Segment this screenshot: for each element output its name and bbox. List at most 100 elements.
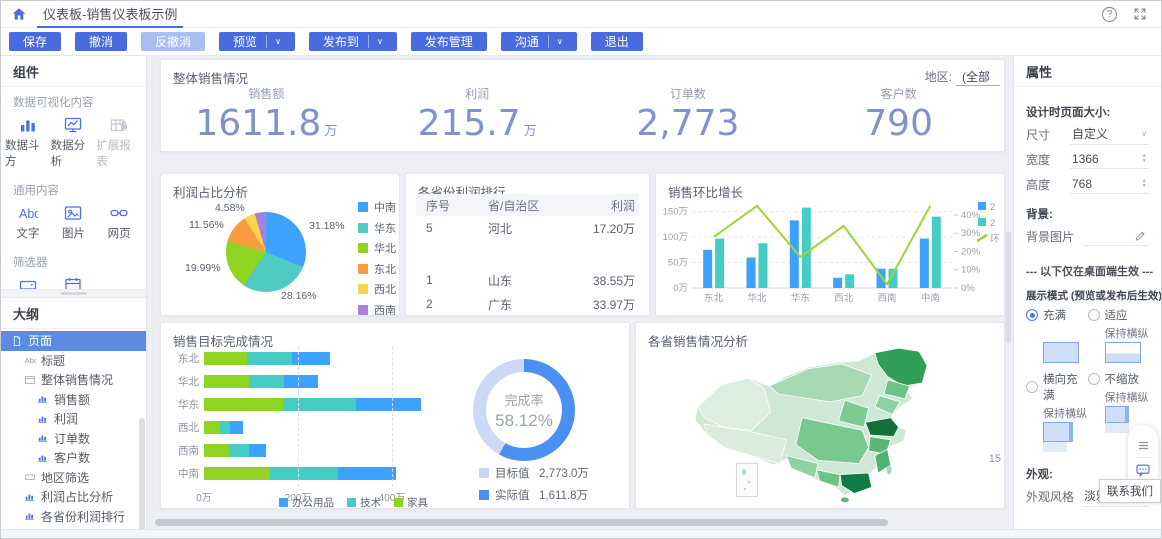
toolbar-button[interactable]: 反撤消: [141, 32, 206, 51]
height-input[interactable]: 768 ▲ ▼: [1070, 175, 1149, 194]
kpi-card[interactable]: 销售额 1611.8 万: [161, 84, 372, 145]
home-icon[interactable]: [11, 6, 27, 22]
display-mode-option[interactable]: 横向充满保持横纵比: [1026, 371, 1088, 452]
size-select[interactable]: 自定义 ∨: [1070, 124, 1149, 145]
radio-button[interactable]: [1087, 373, 1100, 385]
legend-item[interactable]: 中南: [358, 199, 396, 215]
outline-item[interactable]: 页面: [1, 331, 146, 351]
kpi-card[interactable]: 订单数 2,773: [583, 84, 794, 145]
component-item[interactable]: 数据分析: [51, 115, 97, 169]
legend-item[interactable]: 东北: [358, 261, 396, 277]
stacked-bar[interactable]: [204, 375, 318, 388]
width-input[interactable]: 1366 ▲ ▼: [1070, 150, 1149, 169]
sales-target-panel[interactable]: 销售目标完成情况 东北 华北 华东 西北 西南 中南 0万 200万 400万 办公用品 技术 家具…: [160, 322, 630, 509]
table-row[interactable]: 5 河北 17.20万: [416, 216, 639, 240]
stacked-bar[interactable]: [204, 467, 397, 480]
component-item[interactable]: 下拉列表: [5, 275, 51, 289]
container-icon: [24, 374, 36, 386]
stacked-bar[interactable]: [204, 398, 422, 411]
component-item[interactable]: 日期范围: [51, 275, 97, 289]
legend-item[interactable]: 华东: [358, 220, 396, 236]
legend-item[interactable]: 家具: [394, 495, 428, 508]
legend-value: 1,611.8万: [539, 490, 589, 502]
outline-item[interactable]: 客户数: [1, 448, 146, 468]
outline-item[interactable]: Abc 标题: [1, 351, 146, 371]
design-canvas[interactable]: 整体销售情况 地区: (全部 销售额 1611.8 万利润 215.7 万订单数 2,773…: [147, 56, 1013, 529]
component-item[interactable]: 扩展报表: [96, 115, 142, 169]
outline-item[interactable]: 各省份利润排行: [1, 507, 146, 527]
profit-pie-panel[interactable]: 利润占比分析 31.18% 28.16% 19.99% 11.56% 4.58% 中南华…: [160, 173, 400, 316]
outline-scrollbar[interactable]: [139, 418, 145, 529]
legend-item[interactable]: 实际值 1,611.8万: [479, 487, 589, 503]
outline-item[interactable]: 销售环比增长: [1, 526, 146, 529]
width-stepper[interactable]: ▲ ▼: [1142, 153, 1147, 164]
toolbar-button[interactable]: 发布到 ∨: [308, 32, 397, 51]
bar-segment: [248, 375, 284, 388]
outline-item[interactable]: 订单数: [1, 429, 146, 449]
toolbar-button[interactable]: 发布管理: [410, 32, 487, 51]
china-choropleth-map[interactable]: [650, 345, 986, 508]
pie-panel-title: 利润占比分析: [173, 186, 249, 200]
category-label: 华东: [178, 399, 199, 411]
sidebar-splitter[interactable]: [1, 289, 146, 298]
background-image-field[interactable]: [1084, 227, 1149, 246]
stacked-bar[interactable]: [204, 352, 330, 365]
outline-item[interactable]: 地区筛选: [1, 468, 146, 488]
kpi-card[interactable]: 利润 215.7 万: [372, 84, 583, 145]
province-map-panel[interactable]: 各省销售情况分析 15: [635, 322, 1005, 509]
left-sidebar: 组件 数据可视化内容数据斗方数据分析扩展报表通用内容 Abc 文字 图片 网页筛选器下拉…: [1, 56, 147, 529]
canvas-horizontal-scrollbar[interactable]: [155, 519, 997, 526]
edit-pencil-icon[interactable]: [1134, 229, 1147, 242]
outline-item[interactable]: 销售额: [1, 390, 146, 410]
table-row[interactable]: 1 山东 38.55万: [416, 268, 639, 292]
outline-item[interactable]: 利润占比分析: [1, 487, 146, 507]
component-item[interactable]: 网页: [96, 203, 142, 241]
stacked-bar[interactable]: [204, 421, 243, 434]
legend-item[interactable]: 办公用品: [279, 495, 334, 508]
completion-donut-chart[interactable]: 完成率 58.12%: [473, 359, 575, 461]
display-mode-option[interactable]: 适应保持横纵比: [1087, 307, 1150, 363]
sales-growth-panel[interactable]: 销售环比增长 0万 50万 100万 150万 0% 10% 20% 30% 40% 东北 华北 华东…: [655, 173, 1005, 316]
legend-item[interactable]: 西北: [358, 281, 396, 297]
menu-icon[interactable]: [1136, 438, 1151, 453]
kpi-panel[interactable]: 整体销售情况 地区: (全部 销售额 1611.8 万利润 215.7 万订单数 2,773…: [160, 59, 1005, 152]
outline-item[interactable]: 整体销售情况: [1, 370, 146, 390]
outline-item-label: 订单数: [54, 431, 91, 446]
legend-item[interactable]: 西南: [358, 302, 396, 315]
size-value: 自定义: [1072, 127, 1109, 141]
display-mode-option[interactable]: 充满: [1026, 307, 1088, 363]
height-stepper[interactable]: ▲ ▼: [1142, 178, 1147, 189]
kpi-unit: 万: [324, 124, 338, 139]
toolbar-button[interactable]: 预览 ∨: [219, 32, 295, 51]
page-title: 仪表板-销售仪表板示例: [37, 1, 184, 28]
legend-label: 西北: [374, 284, 396, 296]
radio-button[interactable]: [1087, 309, 1100, 321]
toolbar-button[interactable]: 保存: [9, 32, 62, 51]
svg-text:Abc: Abc: [19, 207, 38, 221]
fullscreen-icon[interactable]: [1133, 7, 1147, 21]
table-row[interactable]: 2 广东 33.97万: [416, 292, 639, 315]
sales-growth-chart[interactable]: 0万 50万 100万 150万 0% 10% 20% 30% 40% 东北 华北 华东 西北 西南 中南 2…: [656, 174, 1005, 316]
toolbar-button[interactable]: 退出: [590, 32, 643, 51]
kpi-card[interactable]: 客户数 790: [793, 84, 1004, 145]
toolbar-button[interactable]: 沟通 ∨: [500, 32, 577, 51]
legend-item[interactable]: 目标值 2,773.0万: [479, 465, 589, 481]
kpi-label: 销售额: [248, 87, 285, 101]
component-item[interactable]: Abc 文字: [5, 203, 51, 241]
component-item[interactable]: 数据斗方: [5, 115, 51, 169]
component-item[interactable]: 图片: [51, 203, 97, 241]
stacked-bar[interactable]: [204, 444, 266, 457]
radio-button[interactable]: [1026, 381, 1038, 393]
legend-item[interactable]: 华北: [358, 240, 396, 256]
radio-button[interactable]: [1026, 309, 1038, 321]
chat-icon[interactable]: [1135, 462, 1151, 478]
component-section-label: 通用内容: [13, 185, 59, 197]
legend-item[interactable]: 技术: [347, 495, 381, 508]
bar-segment: [220, 421, 231, 434]
outline-item[interactable]: 利润: [1, 409, 146, 429]
toolbar-button[interactable]: 撤消: [75, 32, 128, 51]
profit-pie-chart[interactable]: [226, 212, 306, 292]
canvas-vertical-scrollbar[interactable]: [1005, 231, 1011, 343]
help-icon[interactable]: ?: [1102, 6, 1117, 22]
province-profit-table-panel[interactable]: 各省份利润排行 序号 省/自治区 利润 5 河北 17.20万 1 山东 38.55万 2 广东 33…: [405, 173, 650, 316]
